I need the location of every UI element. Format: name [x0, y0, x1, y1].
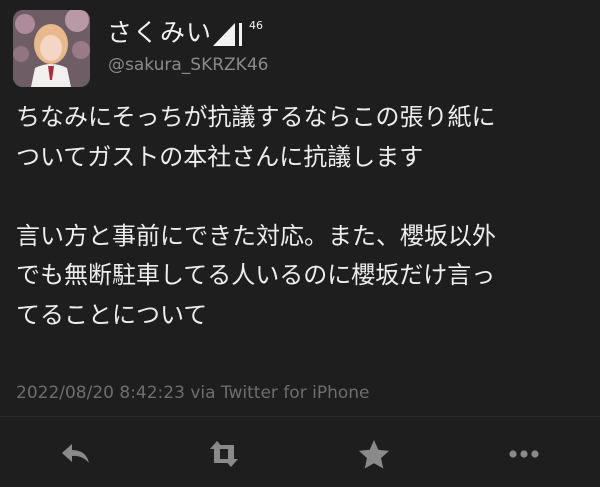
avatar-photo	[13, 10, 90, 87]
tweet-meta: 2022/08/20 8:42:23 via Twitter for iPhon…	[16, 382, 369, 404]
avatar[interactable]	[13, 10, 90, 87]
star-icon	[359, 440, 389, 469]
retweet-button[interactable]	[204, 434, 244, 474]
tweet-line: でも無断駐車してる人いるのに櫻坂だけ言っ	[16, 261, 496, 289]
tweet-line: 言い方と事前にできた対応。また、櫻坂以外	[16, 221, 496, 250]
tweet-text: ちなみにそっちが抗議するならこの張り紙に ついてガストの本社さんに抗議します 言…	[16, 98, 591, 335]
tweet-line: ついてガストの本社さんに抗議します	[16, 142, 424, 171]
more-button[interactable]	[504, 434, 544, 474]
more-icon	[509, 450, 539, 458]
retweet-icon	[210, 441, 238, 467]
favorite-button[interactable]	[354, 434, 394, 474]
sakurazaka46-logo-icon: 46	[213, 19, 263, 46]
reply-icon	[62, 444, 89, 463]
divider	[0, 416, 600, 417]
reply-button[interactable]	[56, 434, 96, 474]
tweet-timestamp[interactable]: 2022/08/20 8:42:23	[16, 383, 185, 403]
user-handle[interactable]: @sakura_SKRZK46	[108, 54, 268, 76]
display-name[interactable]: さくみい	[107, 18, 212, 48]
tweet-line: てることについて	[16, 300, 208, 329]
name-badge-label: 46	[249, 19, 263, 32]
tweet-source: via Twitter for iPhone	[190, 383, 370, 403]
tweet-line: ちなみにそっちが抗議するならこの張り紙に	[16, 103, 496, 131]
